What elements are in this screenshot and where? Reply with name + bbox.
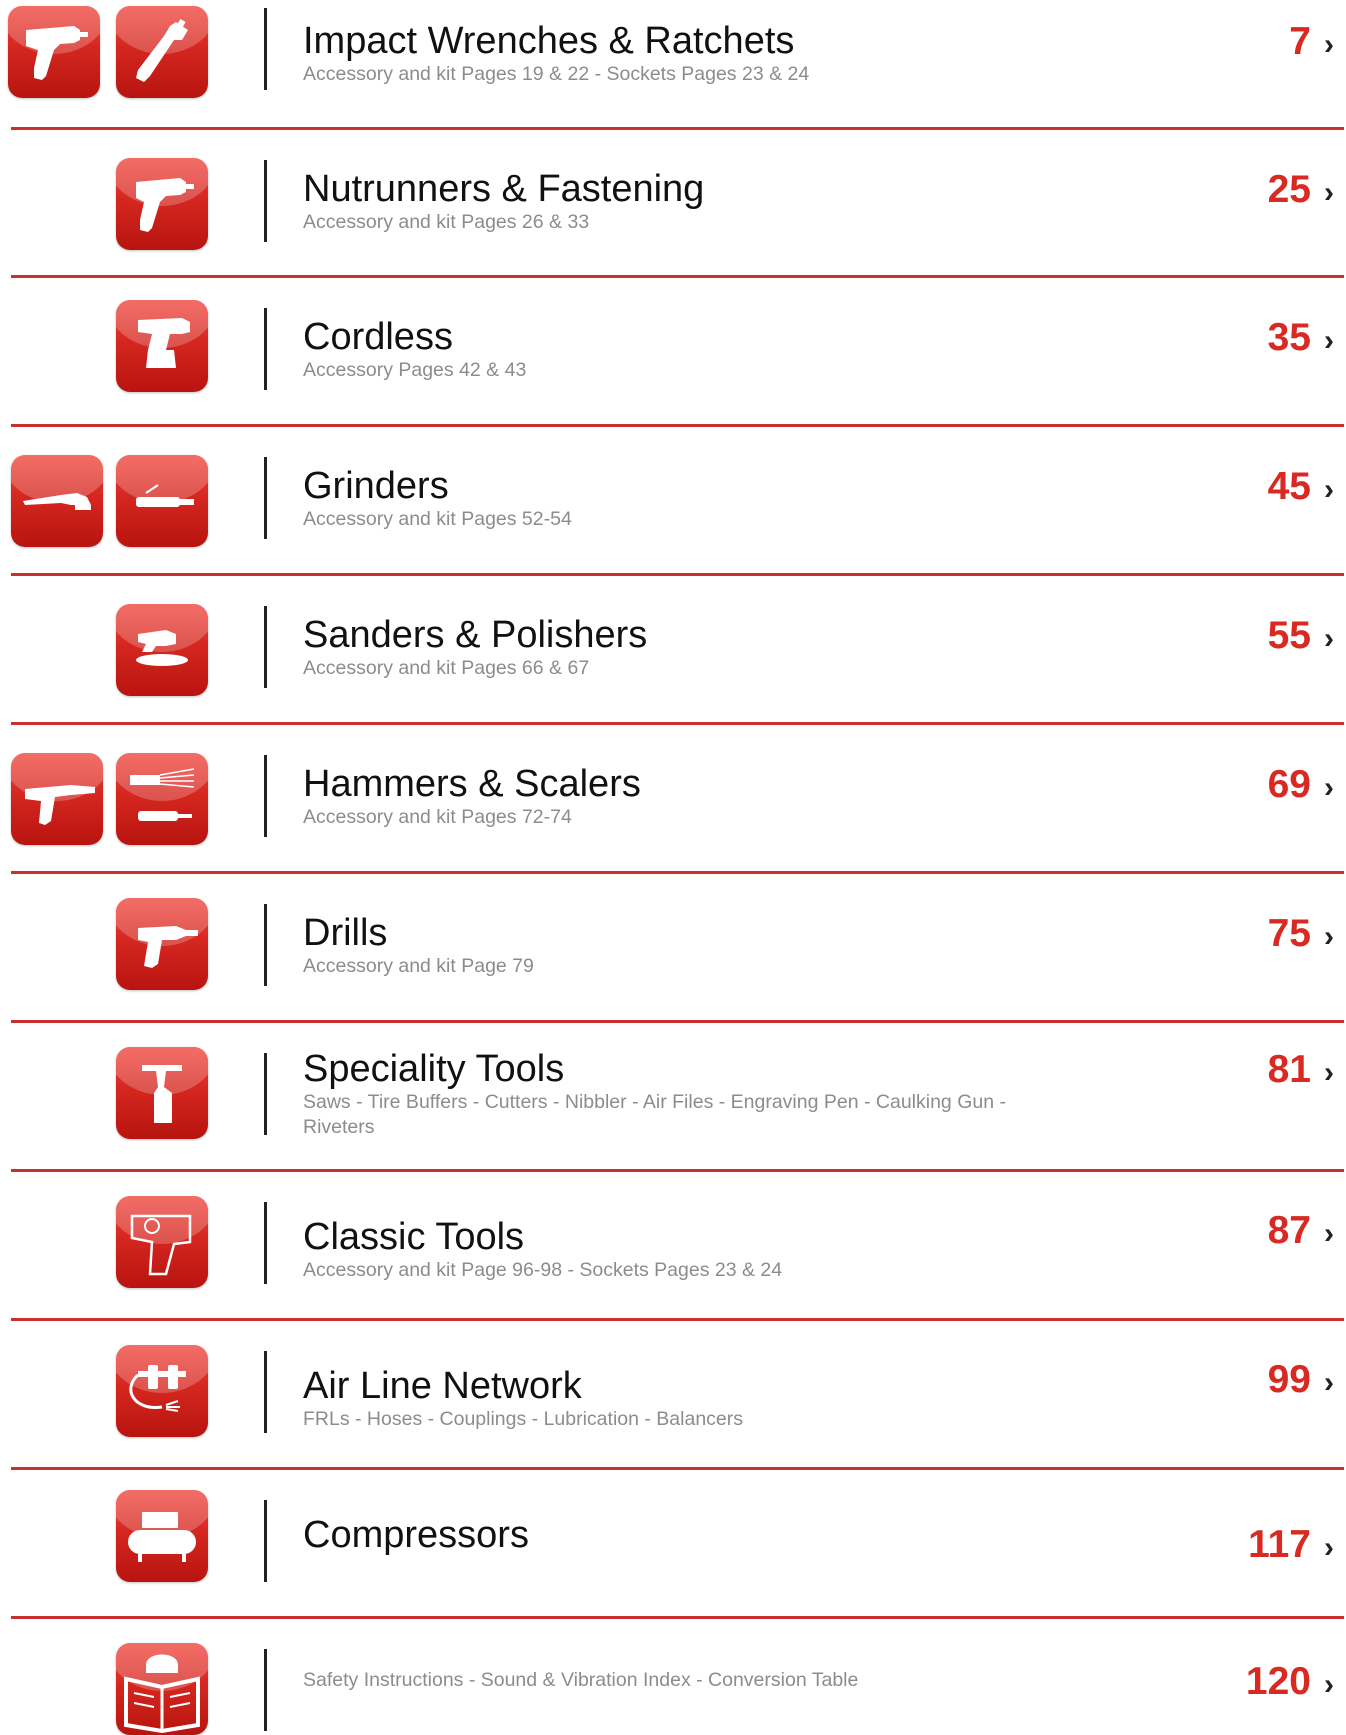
divider [264,1351,267,1433]
toc-entry-cordless[interactable]: Cordless Accessory Pages 42 & 43 35 › [0,278,1346,424]
entry-title: Cordless [303,316,453,358]
page-number: 35 [1267,316,1311,359]
entry-subtitle: Safety Instructions - Sound & Vibration … [303,1669,859,1691]
chevron-right-icon: › [1324,1056,1334,1089]
entry-title: Air Line Network [303,1365,582,1407]
toc-entry-nutrunners[interactable]: Nutrunners & Fastening Accessory and kit… [0,130,1346,276]
toc-entry-classic-tools[interactable]: Classic Tools Accessory and kit Page 96-… [0,1172,1346,1318]
divider [264,1053,267,1135]
entry-title: Nutrunners & Fastening [303,168,705,210]
entry-subtitle: Accessory and kit Pages 52-54 [303,508,572,530]
page-number: 45 [1267,465,1311,508]
divider [264,1202,267,1284]
compressor-icon [116,1490,208,1582]
toc-entry-safety[interactable]: Safety Instructions - Sound & Vibration … [0,1619,1346,1735]
chevron-right-icon: › [1324,1531,1334,1564]
toc-entry-speciality-tools[interactable]: Speciality Tools Saws - Tire Buffers - C… [0,1023,1346,1169]
riveter-icon [116,1047,208,1139]
chevron-right-icon: › [1324,324,1334,357]
entry-title: Compressors [303,1514,529,1556]
cordless-tool-icon [116,300,208,392]
entry-title: Speciality Tools [303,1048,565,1090]
toc-entry-hammers[interactable]: Hammers & Scalers Accessory and kit Page… [0,725,1346,871]
toc-entry-grinders[interactable]: Grinders Accessory and kit Pages 52-54 4… [0,427,1346,573]
page-number: 7 [1289,20,1311,63]
page-number: 75 [1267,912,1311,955]
chevron-right-icon: › [1324,622,1334,655]
needle-scaler-icon [116,753,208,845]
divider [264,8,267,90]
page-number: 81 [1267,1048,1311,1091]
divider [264,1649,267,1731]
chevron-right-icon: › [1324,771,1334,804]
entry-title: Grinders [303,465,449,507]
divider [264,308,267,390]
drill-icon [116,898,208,990]
entry-title: Drills [303,912,388,954]
safety-manual-icon [116,1643,208,1735]
entry-title: Sanders & Polishers [303,614,648,656]
divider [264,160,267,242]
entry-subtitle: Accessory and kit Pages 72-74 [303,806,572,828]
ratchet-icon [116,6,208,98]
entry-title: Impact Wrenches & Ratchets [303,20,795,62]
entry-subtitle: Accessory and kit Pages 26 & 33 [303,211,590,233]
die-grinder-icon [116,455,208,547]
entry-subtitle: Accessory and kit Page 96-98 - Sockets P… [303,1259,783,1281]
divider [264,457,267,539]
toc-entry-sanders[interactable]: Sanders & Polishers Accessory and kit Pa… [0,576,1346,722]
entry-subtitle: Accessory and kit Page 79 [303,955,534,977]
page-number: 117 [1248,1523,1311,1566]
page-number: 69 [1267,763,1311,806]
entry-title: Hammers & Scalers [303,763,641,805]
entry-title: Classic Tools [303,1216,525,1258]
orbital-sander-icon [116,604,208,696]
divider [264,755,267,837]
chevron-right-icon: › [1324,920,1334,953]
toc-entry-drills[interactable]: Drills Accessory and kit Page 79 75 › [0,874,1346,1020]
divider [264,1500,267,1582]
page-number: 99 [1267,1358,1311,1401]
entry-subtitle: Accessory and kit Pages 19 & 22 - Socket… [303,63,810,85]
air-line-frl-icon [116,1345,208,1437]
classic-impact-wrench-icon [116,1196,208,1288]
entry-subtitle: Saws - Tire Buffers - Cutters - Nibbler … [303,1091,1006,1138]
contents-page: { "toc": { "chevron": "›", "entries": [ … [0,0,1346,1735]
toc-entry-impact-wrenches[interactable]: Impact Wrenches & Ratchets Accessory and… [0,0,1346,128]
page-number: 120 [1245,1660,1311,1703]
entry-subtitle: Accessory Pages 42 & 43 [303,359,527,381]
page-number: 55 [1267,614,1311,657]
toc-entry-air-line-network[interactable]: Air Line Network FRLs - Hoses - Coupling… [0,1321,1346,1467]
divider [264,904,267,986]
chevron-right-icon: › [1324,1217,1334,1250]
chevron-right-icon: › [1324,473,1334,506]
chevron-right-icon: › [1324,176,1334,209]
chevron-right-icon: › [1324,28,1334,61]
nutrunner-icon [116,158,208,250]
entry-subtitle: FRLs - Hoses - Couplings - Lubrication -… [303,1408,744,1430]
toc-entry-compressors[interactable]: Compressors 117 › [0,1470,1346,1616]
chevron-right-icon: › [1324,1366,1334,1399]
angle-grinder-icon [11,455,103,547]
page-number: 87 [1267,1209,1311,1252]
entry-subtitle: Accessory and kit Pages 66 & 67 [303,657,590,679]
impact-wrench-icon [8,6,100,98]
chevron-right-icon: › [1324,1668,1334,1701]
divider [264,606,267,688]
air-hammer-icon [11,753,103,845]
page-number: 25 [1267,168,1311,211]
